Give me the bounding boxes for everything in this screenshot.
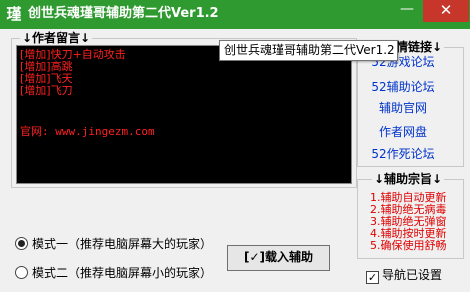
- mode2-radio-row[interactable]: 模式二（推荐电脑屏幕小的玩家）: [15, 264, 212, 281]
- app-icon: 瑾: [6, 5, 22, 23]
- title-tooltip: 创世兵魂瑾哥辅助第二代Ver1.2: [219, 40, 398, 61]
- nav-checkbox[interactable]: ✓: [366, 271, 379, 284]
- purpose-legend: ↓辅助宗旨↓: [372, 172, 445, 186]
- load-aux-button[interactable]: [✓]载入辅助: [227, 245, 330, 271]
- mode1-radio-row[interactable]: 模式一（推荐电脑屏幕大的玩家）: [15, 235, 212, 252]
- purpose-line: 5.确保使用舒畅: [370, 239, 447, 252]
- link-52-aux-forum[interactable]: 52辅助论坛: [348, 78, 458, 95]
- nav-checkbox-label: 导航已设置: [382, 268, 443, 282]
- link-aux-official[interactable]: 辅助官网: [348, 99, 458, 116]
- link-52-zuosi-forum[interactable]: 52作死论坛: [348, 145, 458, 162]
- window-title: 创世兵魂瑾哥辅助第二代Ver1.2: [28, 6, 219, 21]
- notes-textarea[interactable]: [增加]快刀+自动攻击 [增加]高跳 [增加]飞天 [增加]飞刀 官网: www…: [16, 45, 352, 184]
- mode1-label: 模式一（推荐电脑屏幕大的玩家）: [32, 237, 213, 251]
- title-bar: 瑾 创世兵魂瑾哥辅助第二代Ver1.2 — ✕: [0, 0, 470, 29]
- notes-line: [增加]飞刀: [20, 84, 73, 97]
- mode2-radio[interactable]: [15, 266, 28, 279]
- close-button[interactable]: ✕: [423, 0, 469, 22]
- notes-legend: ↓作者留言↓: [20, 31, 93, 45]
- nav-checkbox-row[interactable]: ✓ 导航已设置: [366, 266, 442, 284]
- minimize-button[interactable]: —: [392, 0, 422, 22]
- mode1-radio[interactable]: [15, 237, 28, 250]
- link-author-netdisk[interactable]: 作者网盘: [348, 123, 458, 140]
- mode2-label: 模式二（推荐电脑屏幕小的玩家）: [32, 266, 213, 280]
- notes-url-line: 官网: www.jingezm.com: [20, 125, 155, 138]
